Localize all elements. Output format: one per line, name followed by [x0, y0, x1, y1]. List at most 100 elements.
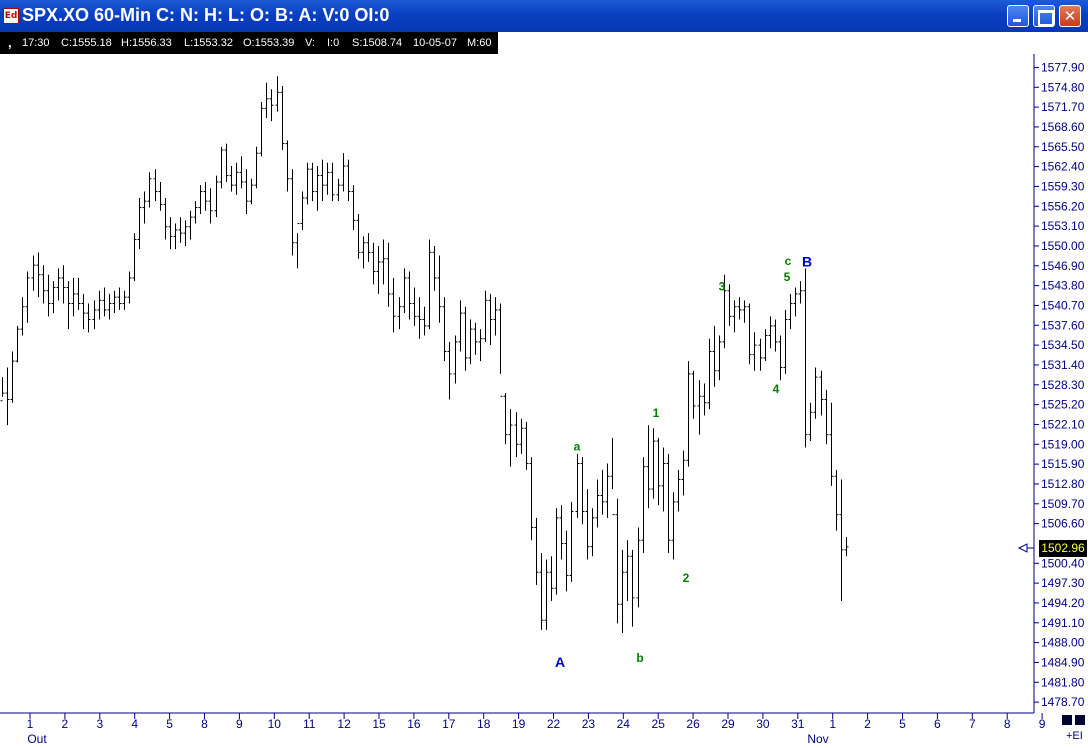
x-tick-label: 5 [166, 717, 173, 731]
y-tick-label: 1515.90 [1041, 457, 1085, 471]
y-tick-label: 1531.40 [1041, 358, 1085, 372]
ohlc-bar [747, 303, 752, 365]
ohlc-bar [656, 437, 661, 506]
ohlc-bar [768, 316, 773, 349]
ohlc-bar [615, 498, 620, 624]
ohlc-bar [361, 236, 366, 269]
ohlc-bar [519, 418, 524, 454]
ohlc-bar [763, 329, 768, 362]
ohlc-bar [458, 300, 463, 352]
ohlc-bar [336, 178, 341, 202]
ohlc-bar [620, 549, 625, 634]
ohlc-bar [386, 242, 391, 307]
ohlc-bar [783, 309, 788, 374]
ohlc-bar [183, 220, 188, 246]
ohlc-bar [407, 271, 412, 320]
wave-label: 1 [653, 406, 660, 420]
ohlc-bar [483, 290, 488, 342]
ohlc-bar [214, 175, 219, 218]
ohlc-bar [829, 402, 834, 486]
ohlc-bar [661, 447, 666, 512]
ohlc-bar [264, 82, 269, 118]
x-tick-label: 8 [1004, 717, 1011, 731]
ohlc-bar [397, 297, 402, 330]
y-tick-label: 1537.60 [1041, 318, 1085, 332]
app-icon[interactable]: Ed [3, 8, 19, 24]
ohlc-bar [198, 185, 203, 214]
x-tick-label: 10 [268, 717, 282, 731]
close-icon[interactable]: ✕ [1059, 5, 1081, 27]
ohlc-bar [259, 101, 264, 157]
maximize-icon[interactable] [1033, 5, 1055, 27]
ohlc-bar [524, 421, 529, 470]
ohlc-bar [107, 293, 112, 320]
ohlc-bar [178, 217, 183, 243]
y-tick-label: 1577.90 [1041, 60, 1085, 74]
ohlc-bar [554, 508, 559, 595]
wave-label: b [636, 651, 643, 665]
ohlc-bar [549, 556, 554, 602]
y-tick-label: 1556.20 [1041, 199, 1085, 213]
last-price-marker-icon [1017, 543, 1028, 553]
x-tick-label: 9 [1039, 717, 1046, 731]
ohlc-bar [295, 223, 300, 269]
ohlc-bar [824, 389, 829, 445]
x-tick-label: 6 [934, 717, 941, 731]
ohlc-bar [219, 146, 224, 189]
ohlc-bar [651, 428, 656, 499]
wave-label: B [802, 253, 812, 269]
y-tick-label: 1512.80 [1041, 477, 1085, 491]
ohlc-bar [239, 156, 244, 189]
ohlc-bar [300, 191, 305, 230]
price-chart[interactable]: 1577.90 1574.80 1571.70 1568.60 1565.50 1562.… [0, 54, 1088, 748]
ohlc-bar [315, 165, 320, 211]
y-tick-label: 1534.50 [1041, 338, 1085, 352]
ohlc-bar [203, 181, 208, 211]
wave-label: 4 [773, 382, 780, 396]
title-bar[interactable]: Ed SPX.XO 60-Min C: N: H: L: O: B: A: V:… [0, 0, 1088, 32]
ohlc-bar [381, 239, 386, 285]
ohlc-bar [310, 162, 315, 202]
ohlc-bar [275, 76, 280, 112]
ohlc-bar [137, 197, 142, 250]
ohlc-bar [188, 210, 193, 240]
y-tick-label: 1565.50 [1041, 140, 1085, 154]
minimize-icon[interactable] [1007, 5, 1029, 27]
ohlc-bar [808, 402, 813, 442]
scroll-square-right-icon[interactable] [1075, 715, 1085, 725]
ohlc-bar [468, 319, 473, 365]
ohlc-bar [290, 169, 295, 256]
ohlc-bar [544, 559, 549, 630]
window-title: SPX.XO 60-Min C: N: H: L: O: B: A: V:0 O… [22, 5, 390, 25]
ohlc-bar [844, 537, 849, 557]
scroll-square-left-icon[interactable] [1062, 715, 1072, 725]
ohlc-bar [122, 290, 127, 310]
y-tick-label: 1571.70 [1041, 100, 1085, 114]
x-tick-label: 16 [407, 717, 421, 731]
ohlc-bar [442, 297, 447, 362]
ohlc-bar [61, 265, 66, 304]
x-tick-label: 12 [337, 717, 351, 731]
x-tick-label: 31 [791, 717, 805, 731]
ohlc-bar [707, 338, 712, 410]
expand-indicator[interactable]: +EI [1066, 730, 1083, 742]
x-tick-label: 2 [62, 717, 69, 731]
ohlc-bar [366, 233, 371, 262]
ohlc-bar [51, 281, 56, 314]
info-s: S:1508.74 [352, 37, 403, 49]
ohlc-bar [646, 425, 651, 509]
ohlc-bar [97, 290, 102, 320]
ohlc-bar [585, 489, 590, 560]
info-time: 17:30 [22, 37, 50, 49]
ohlc-bar [813, 367, 818, 419]
x-tick-label: 15 [372, 717, 386, 731]
wave-label: 5 [784, 270, 791, 284]
wave-label: 2 [683, 571, 690, 585]
ohlc-bar [81, 293, 86, 330]
ohlc-bar [346, 159, 351, 202]
x-tick-label: 25 [652, 717, 666, 731]
ohlc-bar [666, 453, 671, 554]
x-tick-label: 3 [96, 717, 103, 731]
ohlc-bar [625, 540, 630, 602]
ohlc-bar [320, 159, 325, 202]
